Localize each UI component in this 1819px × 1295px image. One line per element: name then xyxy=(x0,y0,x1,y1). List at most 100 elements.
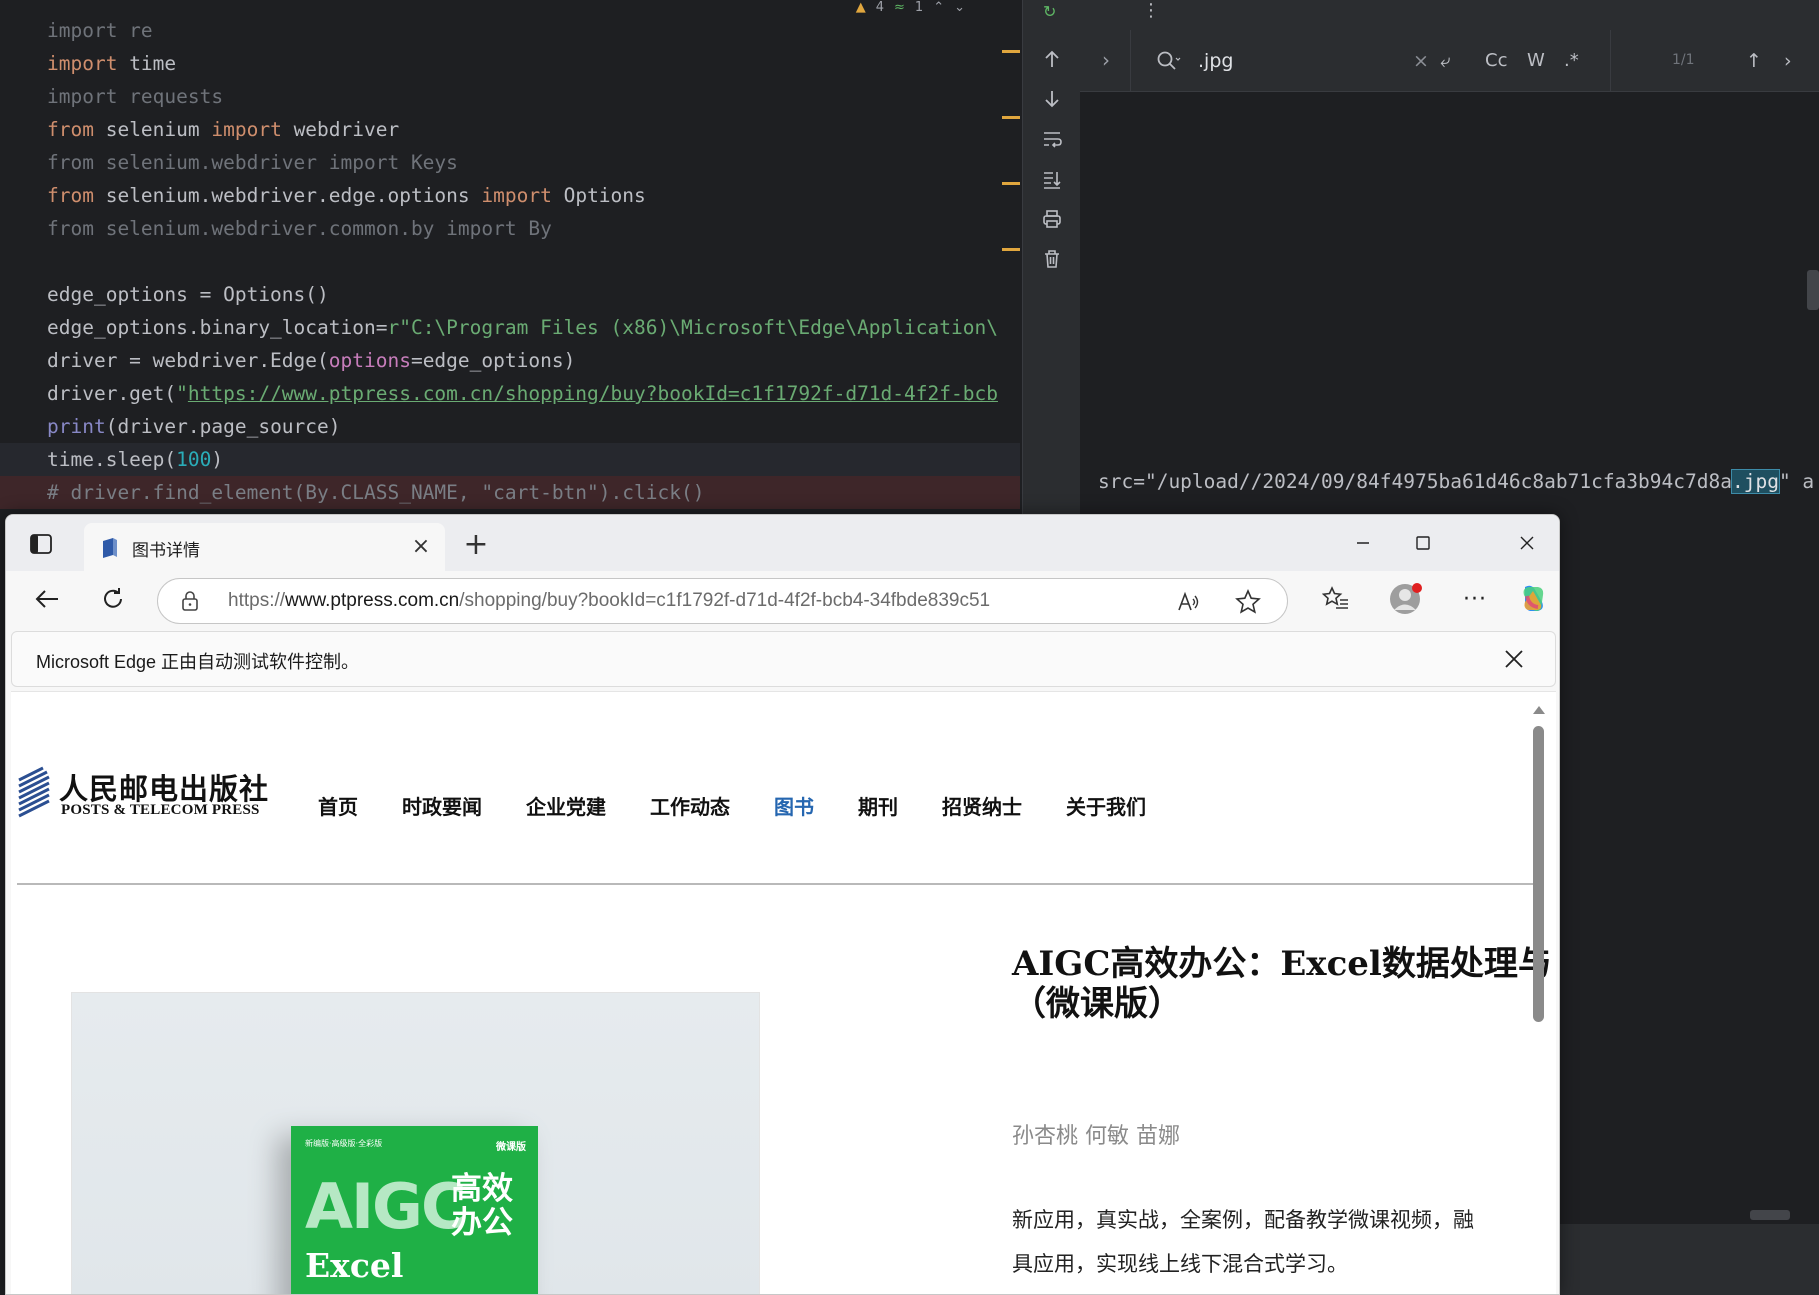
new-tab-button[interactable]: + xyxy=(461,530,491,561)
back-arrow-icon xyxy=(35,590,58,608)
code-line[interactable]: time.sleep(100) xyxy=(0,443,1020,476)
minimize-button[interactable] xyxy=(1333,523,1393,563)
chevron-down-icon[interactable]: ⌄ xyxy=(954,0,965,15)
print-button[interactable] xyxy=(1037,204,1067,234)
logo-english-name: POSTS & TELECOM PRESS xyxy=(61,802,260,818)
code-line[interactable]: print(driver.page_source) xyxy=(47,410,1020,443)
rerun-icon[interactable]: ↻ xyxy=(1043,2,1056,21)
run-toolbar: ↻ xyxy=(1022,0,1099,520)
close-tab-icon[interactable]: × xyxy=(409,535,433,559)
tab-strip: 图书详情 × + xyxy=(6,515,1559,571)
match-case-toggle[interactable]: Cc xyxy=(1485,47,1507,75)
nav-item[interactable]: 时政要闻 xyxy=(402,791,482,820)
error-stripe-mark[interactable] xyxy=(1002,248,1020,251)
favorites-button[interactable] xyxy=(1317,580,1355,618)
code-token: from xyxy=(47,184,94,207)
book-title-line-2: （微课版） xyxy=(1012,984,1182,1024)
page-scrollbar-thumb[interactable] xyxy=(1533,726,1544,1022)
browser-toolbar: https://www.ptpress.com.cn/shopping/buy?… xyxy=(6,571,1559,627)
more-options-icon[interactable]: ⋮ xyxy=(1142,0,1160,21)
console-horizontal-scrollbar[interactable] xyxy=(1750,1210,1790,1220)
code-line[interactable]: driver.get("https://www.ptpress.com.cn/s… xyxy=(47,377,1020,410)
url-scheme: https:// xyxy=(228,590,286,611)
code-line[interactable]: edge_options = Options() xyxy=(47,278,1020,311)
lock-icon[interactable] xyxy=(180,590,200,612)
profile-button[interactable] xyxy=(1387,580,1425,618)
clear-all-button[interactable] xyxy=(1037,244,1067,274)
code-line[interactable]: edge_options.binary_location=r"C:\Progra… xyxy=(47,311,1020,344)
console-scrollbar[interactable] xyxy=(1807,270,1819,310)
code-line[interactable]: # driver.find_element(By.CLASS_NAME, "ca… xyxy=(0,476,1020,509)
code-area[interactable]: import re import time import requests from … xyxy=(0,14,1020,509)
scroll-up-button[interactable] xyxy=(1037,44,1067,74)
code-token: options xyxy=(328,349,411,372)
code-token: print xyxy=(47,415,106,438)
minimize-icon xyxy=(1357,542,1369,544)
copilot-button[interactable] xyxy=(1514,580,1552,618)
chevron-right-icon[interactable]: › xyxy=(1102,48,1110,72)
refresh-button[interactable] xyxy=(94,580,132,618)
code-line[interactable]: from selenium.webdriver.common.by import… xyxy=(47,212,1020,245)
code-token: from selenium.webdriver import Keys xyxy=(47,151,458,174)
code-editor[interactable]: ▲ 4 ≈ 1 ⌃ ⌄ import re import time import r… xyxy=(0,0,1020,520)
book-description-line-1: 新应用，真实战，全案例，配备教学微课视频，融 xyxy=(1012,1208,1474,1232)
words-toggle[interactable]: W xyxy=(1527,47,1545,75)
regex-toggle[interactable]: .* xyxy=(1564,47,1579,75)
automation-infobar: Microsoft Edge 正由自动测试软件控制。 xyxy=(11,631,1556,687)
error-stripe-mark[interactable] xyxy=(1002,182,1020,185)
search-icon[interactable] xyxy=(1156,50,1182,72)
code-line[interactable] xyxy=(47,245,1020,278)
back-button[interactable] xyxy=(28,580,66,618)
code-token: (driver.page_source) xyxy=(105,415,341,438)
favorite-button[interactable] xyxy=(1233,587,1263,617)
clear-search-icon[interactable]: × xyxy=(1413,47,1429,75)
previous-occurrence-icon[interactable]: ↑ xyxy=(1746,47,1762,75)
scroll-down-button[interactable] xyxy=(1037,84,1067,114)
inspection-status[interactable]: ▲ 4 ≈ 1 ⌃ ⌄ xyxy=(856,0,965,15)
read-aloud-button[interactable] xyxy=(1174,587,1204,617)
page-scrollbar[interactable] xyxy=(1530,692,1546,1294)
nav-item[interactable]: 期刊 xyxy=(858,791,898,820)
code-line[interactable]: import time xyxy=(47,47,1020,80)
console-header: ⋮ xyxy=(1080,0,1819,30)
maximize-button[interactable] xyxy=(1393,523,1453,563)
edge-browser-window: 图书详情 × + https://www.ptpress.com.cn/shop… xyxy=(5,514,1560,1295)
error-stripe-mark[interactable] xyxy=(1002,50,1020,53)
next-occurrence-chevron-icon[interactable]: › xyxy=(1784,47,1792,75)
close-icon xyxy=(1505,650,1523,668)
nav-item[interactable]: 企业党建 xyxy=(526,791,606,820)
code-line[interactable]: from selenium.webdriver import Keys xyxy=(47,146,1020,179)
close-window-button[interactable] xyxy=(1497,523,1557,563)
find-input[interactable] xyxy=(1198,46,1398,76)
scroll-to-end-button[interactable] xyxy=(1037,164,1067,194)
nav-item[interactable]: 首页 xyxy=(318,791,358,820)
code-line[interactable]: import re xyxy=(47,14,1020,47)
browser-tab[interactable]: 图书详情 × xyxy=(84,523,445,571)
tab-actions-button[interactable] xyxy=(26,529,56,559)
soft-wrap-button[interactable] xyxy=(1037,124,1067,154)
url-text[interactable]: https://www.ptpress.com.cn/shopping/buy?… xyxy=(228,590,990,612)
infobar-close-button[interactable] xyxy=(1499,644,1529,674)
code-line[interactable]: driver = webdriver.Edge(options=edge_opt… xyxy=(47,344,1020,377)
code-token: selenium xyxy=(93,118,212,141)
scroll-up-arrow-icon[interactable] xyxy=(1533,706,1545,714)
nav-item[interactable]: 工作动态 xyxy=(650,791,730,820)
code-token: driver.get( xyxy=(47,382,177,405)
code-line[interactable]: from selenium.webdriver.edge.options imp… xyxy=(47,179,1020,212)
nav-item[interactable]: 招贤纳士 xyxy=(942,791,1022,820)
nav-item[interactable]: 关于我们 xyxy=(1066,791,1146,820)
new-line-icon[interactable]: ⤶ xyxy=(1440,47,1451,75)
settings-more-button[interactable]: ··· xyxy=(1456,580,1494,618)
code-line[interactable]: import requests xyxy=(47,80,1020,113)
address-bar[interactable]: https://www.ptpress.com.cn/shopping/buy?… xyxy=(157,578,1288,624)
nav-item[interactable]: 图书 xyxy=(774,791,814,820)
code-token: 100 xyxy=(176,448,212,471)
site-logo[interactable]: 人民邮电出版社 POSTS & TELECOM PRESS xyxy=(17,764,277,828)
star-icon xyxy=(1235,589,1261,614)
chevron-up-icon[interactable]: ⌃ xyxy=(933,0,944,15)
nav-divider xyxy=(17,883,1540,885)
book-cover-image[interactable]: 新编版·高级版·全彩版 微课版 AIGC 高效办公 Excel xyxy=(291,1126,538,1294)
code-line[interactable]: from selenium import webdriver xyxy=(47,113,1020,146)
error-stripe-mark[interactable] xyxy=(1002,116,1020,119)
code-token: selenium.webdriver.edge.options xyxy=(93,184,482,207)
